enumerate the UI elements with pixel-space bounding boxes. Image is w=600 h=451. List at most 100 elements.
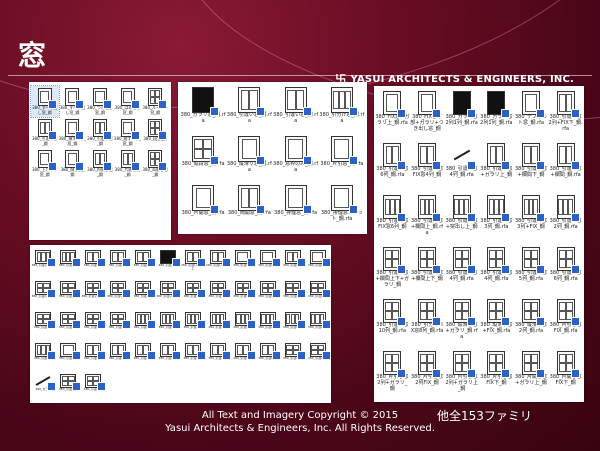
family-item[interactable]: 380_縦滑り窓+FIX_鋼.rfa (479, 297, 514, 349)
family-item[interactable]: 380_引違い窓 (230, 248, 256, 279)
family-item[interactable]: 380_ガラリ窓2列1列_鋼.rfa (479, 89, 514, 141)
family-item[interactable]: 380_引違い窓5列_鋼.rfa (514, 245, 549, 297)
family-item[interactable]: 380_引違い窓 (255, 310, 281, 341)
family-item[interactable]: 380_引違い窓4列_鋼.rfa (479, 245, 514, 297)
family-item[interactable]: 380_引違い窓 (131, 279, 156, 310)
family-item[interactable]: 380_引違い窓+欄間上下+ガラリ_鋼 (375, 245, 410, 297)
family-item[interactable]: 380_片引き窓2列+ガラリ上_鋼 (444, 349, 479, 401)
family-item[interactable]: 380_引違い窓 (205, 279, 231, 310)
family-item[interactable]: 380_引違い窓 (56, 341, 81, 372)
family-item[interactable]: 380_上げ下げ窓_鋼 (31, 148, 59, 179)
family-item[interactable]: 380_片引き窓FIX_鋼.rfa (548, 297, 583, 349)
family-item[interactable]: 380_引違い窓 (81, 310, 106, 341)
family-item[interactable]: 380_引違い窓_鋼 (86, 117, 114, 148)
family-item[interactable]: 380_引違い窓FIX (156, 279, 181, 310)
family-item[interactable]: 380_引違い窓 (81, 248, 106, 279)
family-item[interactable]: 380_引分けFIX窓8列_鋼.rfa (410, 297, 445, 349)
family-item[interactable]: 380_引違い窓+欄間上_鋼.rfa (410, 193, 445, 245)
family-item[interactable]: 380_引違い窓_鋼.rfa (273, 85, 319, 134)
family-item[interactable]: 380_引違い窓 (81, 341, 106, 372)
family-item[interactable]: 380_引分け窓_鋼.rfa (319, 85, 365, 134)
family-item[interactable]: 380_引違い窓 (31, 341, 56, 372)
family-item[interactable]: 380_引違い窓FIX (81, 279, 106, 310)
family-item[interactable]: 380_引違い窓 (106, 341, 131, 372)
family-item[interactable]: 380_引違い窓+突出し上_鋼 (444, 193, 479, 245)
family-item[interactable]: 380_片開き窓+ガラリ上_鋼 (514, 349, 549, 401)
family-item[interactable]: 380_排煙窓_鋼.rfa (273, 183, 319, 232)
family-item[interactable]: 380_縦滑り窓_鋼.rfa (226, 134, 272, 183)
family-item[interactable]: 380_引違い窓 (305, 248, 330, 279)
family-item[interactable]: 380_引違い窓FIX窓6列_鋼 (375, 193, 410, 245)
family-item[interactable]: 380_引違い窓 (205, 341, 231, 372)
family-item[interactable]: 380_引違い窓FIX窓4列_鋼 (410, 141, 445, 193)
family-item[interactable]: 380_引違い窓10列_鋼.rfa (375, 297, 410, 349)
family-item[interactable]: 380_FIX窓下部+ガラリ+つき出し窓_鋼 (410, 89, 445, 141)
family-item[interactable]: 380_引違い窓 (280, 310, 306, 341)
family-item[interactable]: 380_引違い窓6列_鋼.rfa (375, 141, 410, 193)
family-item[interactable]: 380_引違い窓4列_鋼.rfa (444, 141, 479, 193)
family-item[interactable]: 380_引違い窓+欄間上下_鋼 (410, 245, 445, 297)
family-item[interactable]: 380_引違い窓 (156, 248, 181, 279)
family-item[interactable]: 380_引違い窓4列_鋼.rfa (444, 245, 479, 297)
family-item[interactable]: 380_すべり出し窓_鋼 (59, 86, 87, 117)
family-item[interactable]: 380_引違い窓FIX上 (180, 248, 206, 279)
family-item[interactable]: 380_引違い窓 (280, 341, 306, 372)
family-item[interactable]: 380_引違い窓3列+FIX_鋼 (514, 193, 549, 245)
family-item[interactable]: 380_引違い窓 (56, 248, 81, 279)
family-item[interactable]: 380_引違い窓下 (106, 279, 131, 310)
family-item[interactable]: 380_引違い窓FIX (31, 279, 56, 310)
family-item[interactable]: 380_片引き窓2列+ガラリ_鋼 (375, 349, 410, 401)
family-item[interactable]: 380_片開き窓FIX下_鋼 (548, 349, 583, 401)
family-item[interactable]: 380_引違い窓 (156, 341, 181, 372)
family-item[interactable]: 380_ガラリ (31, 372, 56, 403)
family-item[interactable]: 380_デフォルト窓_鋼.rfa (514, 89, 549, 141)
family-item[interactable]: 380_引違い窓 (131, 310, 156, 341)
family-item[interactable]: 380_縦すべり_窓_鋼 (114, 117, 142, 148)
family-item[interactable]: 380_片引き窓FIX下_鋼 (479, 349, 514, 401)
family-item[interactable]: 380_引違い窓 (106, 310, 131, 341)
family-item[interactable]: 380_引違い窓 (56, 279, 81, 310)
family-item[interactable]: 380_引違い窓 (180, 341, 206, 372)
family-item[interactable]: 380_はめ殺し窓_鋼 (114, 86, 142, 117)
family-item[interactable]: 380_引違い窓3列_鋼.rfa (479, 193, 514, 245)
family-item[interactable]: 380_縦段窓_鋼.rfa (180, 134, 226, 183)
family-item[interactable]: 380_引違い窓_鋼 (31, 117, 59, 148)
family-item[interactable]: 380_片開窓_鋼.rfa (180, 183, 226, 232)
family-item[interactable]: 380_引違い窓2列+FIX下_鋼.rfa (548, 89, 583, 141)
family-item[interactable]: 380_引違い窓 (255, 248, 281, 279)
family-item[interactable]: 380_引違い窓 (131, 341, 156, 372)
family-item[interactable]: 380_縦滑り窓+ガラリ_鋼.rfa (444, 297, 479, 349)
family-item[interactable]: 380_引違い窓 (131, 248, 156, 279)
family-item[interactable]: 380_引違い窓 (56, 310, 81, 341)
family-item[interactable]: 380_引違い窓 (255, 279, 281, 310)
family-item[interactable]: 380_引違い窓FIX (205, 248, 231, 279)
family-item[interactable]: 380_段窓_鋼 (141, 117, 169, 148)
family-item[interactable]: 380_引違い窓 (230, 341, 256, 372)
family-item[interactable]: 380_縦滑り窓2列_鋼.rfa (514, 297, 549, 349)
family-item[interactable]: 380_引違い窓 (31, 310, 56, 341)
family-item[interactable]: 380_ガラリ窓2列1列_鋼.rfa (444, 89, 479, 141)
family-item[interactable]: 380_引違い窓 (180, 279, 206, 310)
family-item[interactable]: 380_排煙窓スリット_鋼.rfa (319, 183, 365, 232)
family-item[interactable]: 380_引違い窓_鋼.rfa (226, 85, 272, 134)
family-item[interactable]: 380_両開き窓_鋼 (141, 148, 169, 179)
family-item[interactable]: 380_引違い窓 (305, 341, 330, 372)
family-item[interactable]: 380_引違い窓 (180, 310, 206, 341)
family-item[interactable]: 380_つき出し窓_鋼 (86, 86, 114, 117)
family-item[interactable]: 380_引違い窓+ガラリ上_鋼 (479, 141, 514, 193)
family-item[interactable]: 380_引違い窓6列_鋼.rfa (548, 245, 583, 297)
family-item[interactable]: 380_横すべり_窓_鋼 (59, 117, 87, 148)
family-item[interactable]: 380_引違い窓 (156, 310, 181, 341)
family-item[interactable]: 380_引違い窓 (280, 248, 306, 279)
family-item[interactable]: 380_すべり出し窓_鋼 (30, 85, 60, 118)
family-item[interactable]: 380_内倒し窓_鋼 (86, 148, 114, 179)
family-item[interactable]: 380_片引窓_鋼.rfa (319, 134, 365, 183)
family-item[interactable]: 380_引違い窓 (81, 372, 106, 403)
family-item[interactable]: 380_引違い窓+欄間下_鋼 (514, 141, 549, 193)
family-item[interactable]: 380_引違い窓 (56, 372, 81, 403)
family-item[interactable]: 380_倒し窓_鋼 (59, 148, 87, 179)
family-item[interactable]: 380_ガラリ窓_鋼.rfa (180, 85, 226, 134)
family-item[interactable]: 380_引違い窓 (280, 279, 306, 310)
family-item[interactable]: 380_引違い窓 (305, 310, 330, 341)
family-item[interactable]: 380_FIX窓+ガラリ上_鋼.rfa (375, 89, 410, 141)
